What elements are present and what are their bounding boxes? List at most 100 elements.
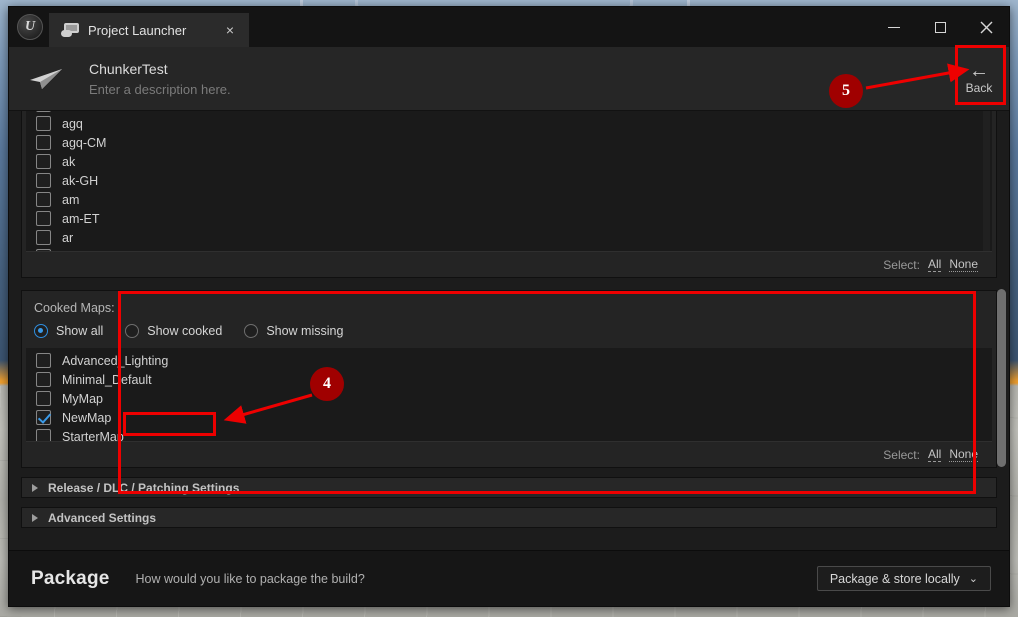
checkbox-icon[interactable] — [36, 154, 51, 169]
collapsible-label: Advanced Settings — [48, 510, 157, 525]
localization-item-row[interactable]: am — [30, 190, 992, 209]
localization-item-label: agq — [62, 116, 83, 131]
select-label: Select: — [883, 257, 920, 272]
cooked-maps-filter-label: Show all — [56, 324, 104, 338]
checkbox-icon[interactable] — [36, 111, 51, 112]
close-icon — [980, 21, 992, 33]
localization-item-label: am — [62, 192, 80, 207]
project-description-placeholder[interactable]: Enter a description here. — [89, 82, 231, 97]
checkbox-icon[interactable] — [36, 211, 51, 226]
checkbox-icon[interactable] — [36, 135, 51, 150]
localization-item-label: am-ET — [62, 211, 100, 226]
cooked-maps-select-row: Select: All None — [26, 441, 992, 467]
localization-item-label: ak — [62, 154, 76, 169]
project-launcher-window: U Project Launcher × ChunkerTest Enter a… — [8, 6, 1010, 607]
collapsible-label: Release / DLC / Patching Settings — [48, 480, 240, 495]
cooked-map-item-label: Advanced_Lighting — [62, 353, 169, 368]
cooked-maps-filter-label: Show missing — [266, 324, 344, 338]
package-mode-dropdown[interactable]: Package & store locally ⌄ — [816, 566, 991, 591]
cooked-maps-filter-label: Show cooked — [147, 324, 223, 338]
select-none-link[interactable]: None — [949, 447, 978, 462]
checkbox-icon[interactable] — [36, 372, 51, 387]
cooked-map-item-row[interactable]: Advanced_Lighting — [30, 351, 992, 370]
cooked-map-item-label: MyMap — [62, 391, 103, 406]
package-bar: Package How would you like to package th… — [9, 550, 1009, 606]
radio-icon[interactable] — [244, 324, 259, 338]
chevron-down-icon: ⌄ — [968, 573, 978, 585]
radio-icon[interactable] — [34, 324, 48, 338]
chevron-right-icon — [32, 513, 38, 522]
minimize-button[interactable] — [871, 7, 917, 47]
checkbox-icon[interactable] — [36, 230, 51, 245]
select-all-link[interactable]: All — [927, 257, 942, 272]
collapsible-release-dlc-patching-settings[interactable]: Release / DLC / Patching Settings — [21, 477, 997, 498]
localization-item-label: af-ZA — [62, 111, 93, 112]
tab-label: Project Launcher — [88, 22, 187, 38]
maximize-button[interactable] — [917, 7, 963, 47]
localization-item-row[interactable]: ak-GH — [30, 171, 992, 190]
localization-item-row[interactable]: ak — [30, 152, 992, 171]
cooked-map-item-label: NewMap — [62, 410, 112, 425]
localization-item-row[interactable]: agq-CM — [30, 133, 992, 152]
checkbox-icon[interactable] — [36, 429, 51, 441]
cooked-maps-title: Cooked Maps: — [34, 301, 115, 315]
localization-item-row[interactable]: am-ET — [30, 209, 992, 228]
cooked-map-item-row[interactable]: MyMap — [30, 389, 992, 408]
unreal-engine-logo-icon[interactable]: U — [17, 14, 43, 40]
tab-close-icon[interactable]: × — [221, 22, 239, 38]
collapsible-advanced-settings[interactable]: Advanced Settings — [21, 507, 997, 528]
select-none-link[interactable]: None — [949, 257, 978, 272]
localization-item-row[interactable]: agq — [30, 114, 992, 133]
close-window-button[interactable] — [963, 7, 1009, 47]
select-label: Select: — [883, 447, 920, 462]
localization-select-row: Select: All None — [26, 251, 992, 277]
project-name: ChunkerTest — [89, 60, 168, 77]
back-button-label: Back — [965, 80, 993, 95]
cooked-map-item-label: Minimal_Default — [62, 372, 152, 387]
back-button[interactable]: ← Back — [954, 50, 1004, 108]
cooked-maps-panel: Cooked Maps: Show all Show cooked Show mis… — [21, 290, 997, 468]
cooked-maps-filter-show-missing[interactable]: Show missing — [244, 324, 343, 338]
select-all-link[interactable]: All — [927, 447, 942, 462]
localization-item-label: ar — [62, 230, 74, 245]
tab-project-launcher[interactable]: Project Launcher × — [49, 13, 249, 47]
package-mode-value: Package & store locally — [829, 571, 960, 586]
project-header: ChunkerTest Enter a description here. ← … — [9, 47, 1009, 111]
cooked-maps-filter-show-all[interactable]: Show all — [34, 324, 103, 338]
package-title: Package — [31, 567, 110, 589]
localization-list-scrollbar[interactable] — [983, 111, 990, 251]
checkbox-icon[interactable] — [36, 173, 51, 188]
checkbox-icon[interactable] — [36, 249, 51, 251]
checkbox-icon[interactable] — [36, 353, 51, 368]
settings-scrollbar-thumb[interactable] — [997, 289, 1006, 467]
localization-panel: af-ZA agq agq-CM ak ak-GH am am-ET ar Select: A… — [21, 111, 997, 278]
chevron-right-icon — [32, 483, 38, 492]
back-arrow-icon: ← — [969, 59, 989, 82]
window-titlebar: U Project Launcher × — [9, 7, 1009, 47]
cooked-map-item-row[interactable]: StarterMap — [30, 427, 992, 441]
cooked-map-item-row[interactable]: Minimal_Default — [30, 370, 992, 389]
window-controls — [871, 7, 1009, 47]
cooked-map-item-row[interactable]: NewMap — [30, 408, 992, 427]
localization-item-clipped-row-bottom[interactable] — [30, 247, 992, 251]
settings-scroll-area[interactable]: af-ZA agq agq-CM ak ak-GH am am-ET ar Select: A… — [9, 111, 1009, 550]
collapsible-sections: Release / DLC / Patching Settings Advance… — [21, 477, 997, 528]
cooked-maps-list[interactable]: Advanced_Lighting Minimal_Default MyMap New… — [26, 348, 992, 441]
cooked-map-item-label: StarterMap — [62, 429, 124, 442]
checkbox-icon[interactable] — [36, 410, 51, 425]
localization-item-label: ak-GH — [62, 173, 99, 188]
game-monitor-icon — [61, 22, 79, 38]
localization-list[interactable]: af-ZA agq agq-CM ak ak-GH am am-ET ar — [26, 111, 992, 251]
project-info: ChunkerTest Enter a description here. — [89, 61, 231, 97]
cooked-maps-filter-show-cooked[interactable]: Show cooked — [125, 324, 222, 338]
checkbox-icon[interactable] — [36, 192, 51, 207]
paper-plane-icon — [23, 67, 69, 91]
cooked-maps-filter-group: Show all Show cooked Show missing — [22, 315, 996, 348]
checkbox-icon[interactable] — [36, 116, 51, 131]
radio-icon[interactable] — [125, 324, 140, 338]
localization-item-label: agq-CM — [62, 135, 107, 150]
localization-item-row[interactable]: ar — [30, 228, 992, 247]
settings-scrollbar[interactable] — [997, 289, 1006, 467]
checkbox-icon[interactable] — [36, 391, 51, 406]
package-question: How would you like to package the build? — [135, 571, 365, 586]
